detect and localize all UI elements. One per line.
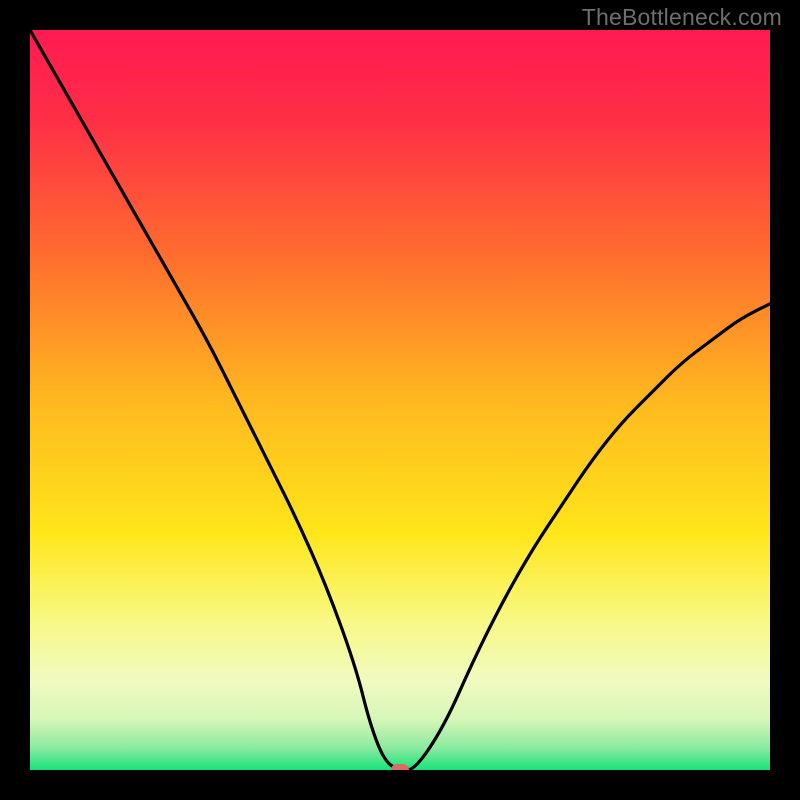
bottleneck-curve [30,30,770,770]
optimal-point-marker [391,764,409,770]
watermark-text: TheBottleneck.com [582,4,782,31]
chart-frame: TheBottleneck.com [0,0,800,800]
plot-area [30,30,770,770]
